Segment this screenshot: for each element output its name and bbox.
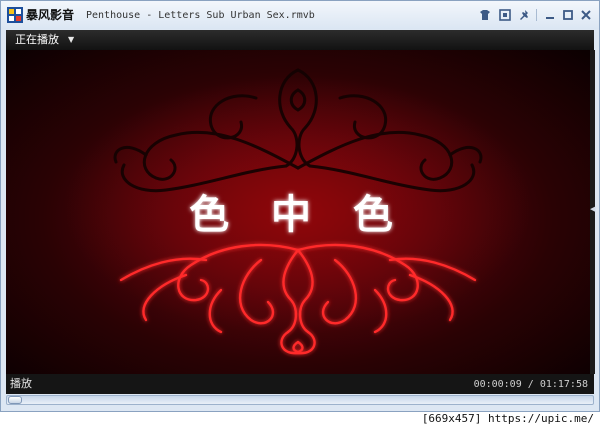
seek-bar[interactable] (6, 395, 594, 405)
image-watermark: [669x457] https://upic.me/ (421, 412, 594, 425)
triangle-down-icon[interactable]: ▼ (68, 35, 74, 45)
title-separator (536, 9, 537, 21)
app-name: 暴风影音 (26, 8, 75, 22)
storm-player-logo-icon (7, 7, 23, 23)
triangle-left-icon[interactable]: ◀ (590, 204, 595, 214)
now-playing-menu[interactable]: 正在播放 (15, 33, 59, 47)
minimize-icon[interactable] (542, 7, 558, 23)
title-bar[interactable]: 暴风影音 Penthouse - Letters Sub Urban Sex.r… (1, 1, 599, 29)
pin-icon[interactable] (517, 7, 533, 23)
video-title-text: 色 中 色 (189, 191, 407, 238)
playback-state: 播放 (10, 377, 32, 390)
time-readout: 00:00:09 / 01:17:58 (474, 378, 588, 391)
skin-icon[interactable] (477, 7, 493, 23)
now-playing-bar: 正在播放 ▼ (6, 30, 594, 50)
player-window: 暴风影音 Penthouse - Letters Sub Urban Sex.r… (0, 0, 600, 412)
maximize-icon[interactable] (560, 7, 576, 23)
video-artwork: 色 中 色 (6, 50, 590, 374)
time-separator: / (527, 379, 534, 390)
time-total: 01:17:58 (539, 379, 588, 390)
video-frame[interactable]: 色 中 色 (6, 50, 590, 374)
status-bar: 播放 00:00:09 / 01:17:58 (6, 374, 594, 394)
mini-mode-icon[interactable] (497, 7, 513, 23)
time-current: 00:00:09 (473, 379, 522, 390)
close-icon[interactable] (578, 7, 594, 23)
window-title-filename: Penthouse - Letters Sub Urban Sex.rmvb (86, 10, 315, 21)
seek-thumb[interactable] (8, 396, 22, 404)
